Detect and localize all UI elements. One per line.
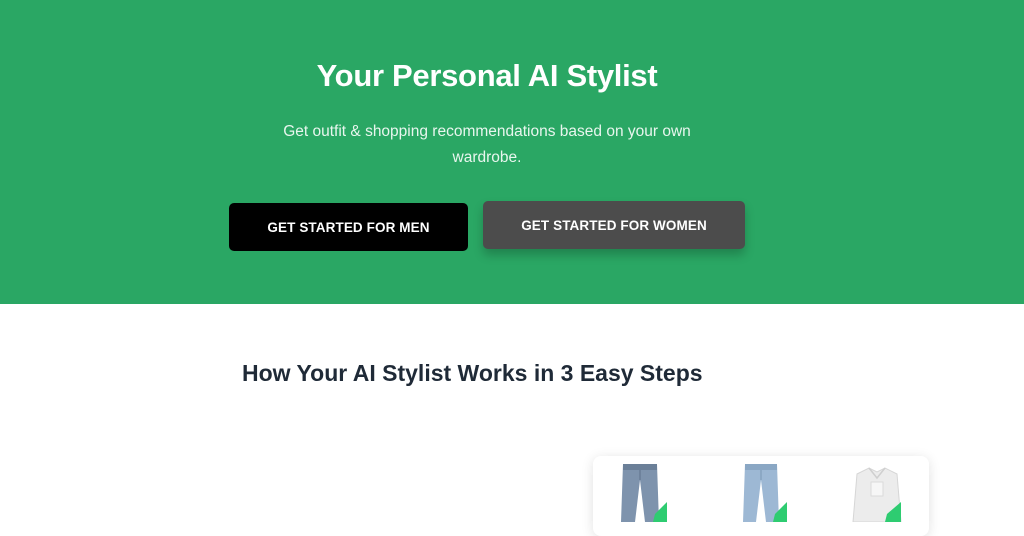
white-shirt-icon (847, 462, 907, 527)
jeans-icon (617, 462, 667, 527)
get-started-men-button[interactable]: GET STARTED FOR MEN (229, 203, 468, 251)
wardrobe-card (593, 456, 929, 536)
hero-section: Your Personal AI Stylist Get outfit & sh… (0, 0, 1024, 304)
get-started-women-button[interactable]: GET STARTED FOR WOMEN (483, 201, 745, 249)
steps-section-title: How Your AI Stylist Works in 3 Easy Step… (242, 360, 703, 386)
light-jeans-icon (739, 462, 789, 527)
hero-subtitle: Get outfit & shopping recommendations ba… (283, 123, 691, 166)
hero-title: Your Personal AI Stylist (316, 58, 658, 93)
